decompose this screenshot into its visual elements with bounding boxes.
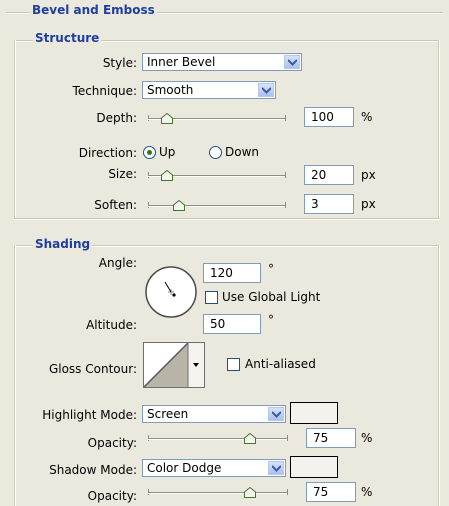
depth-slider[interactable] [148,108,286,124]
structure-group-title: Structure [33,31,102,45]
bevel-group-title: Bevel and Emboss [30,3,157,17]
use-global-light-checkbox[interactable] [205,291,218,304]
angle-label: Angle: [98,256,137,270]
altitude-degree-unit: ° [268,313,274,327]
highlight-opacity-label: Opacity: [87,436,137,450]
direction-up-label[interactable]: Up [159,145,175,159]
style-select-value: Inner Bevel [147,55,216,69]
shading-group-right-line [438,245,440,506]
slider-track [148,492,288,494]
chevron-down-icon[interactable] [268,461,284,475]
angle-input[interactable]: 120 [203,263,261,283]
shading-group-left-line [14,245,16,506]
highlight-opacity-unit: % [361,431,373,445]
slider-track [148,205,286,207]
shading-group-title: Shading [33,237,93,251]
shadow-mode-value: Color Dodge [147,461,222,475]
chevron-down-icon[interactable] [258,83,274,97]
highlight-color-swatch[interactable] [290,402,338,424]
slider-thumb-icon[interactable] [244,432,256,444]
highlight-opacity-input[interactable]: 75 [306,428,356,448]
slider-thumb-icon[interactable] [161,112,173,124]
anti-aliased-label[interactable]: Anti-aliased [245,357,316,371]
shadow-opacity-input[interactable]: 75 [306,482,356,502]
depth-unit: % [361,110,373,124]
technique-select[interactable]: Smooth [142,81,276,99]
technique-select-value: Smooth [147,83,194,97]
shadow-mode-select[interactable]: Color Dodge [142,459,286,477]
chevron-down-icon[interactable] [268,407,284,421]
slider-track-end [285,202,286,208]
chevron-down-icon[interactable] [284,55,300,69]
shadow-opacity-slider[interactable] [148,482,288,498]
highlight-opacity-slider[interactable] [148,428,288,444]
soften-label: Soften: [94,198,137,212]
direction-down-label[interactable]: Down [225,145,259,159]
size-slider[interactable] [148,165,286,181]
slider-track-end [285,172,286,178]
highlight-mode-value: Screen [147,407,189,421]
soften-input[interactable]: 3 [304,194,354,214]
highlight-mode-select[interactable]: Screen [142,405,286,423]
depth-input[interactable]: 100 [304,107,354,127]
direction-down-radio[interactable] [209,146,222,159]
depth-label: Depth: [96,111,137,125]
slider-thumb-icon[interactable] [173,199,185,211]
altitude-label: Altitude: [86,318,137,332]
shadow-mode-label: Shadow Mode: [49,463,137,477]
use-global-light-label[interactable]: Use Global Light [222,290,320,304]
size-label: Size: [108,167,137,181]
anti-aliased-checkbox[interactable] [227,358,240,371]
contour-preview-icon[interactable] [143,342,205,388]
angle-degree-unit: ° [268,262,274,276]
soften-unit: px [361,197,376,211]
slider-track-end [285,115,286,121]
structure-group-bottom-line [14,218,439,220]
slider-track-end [287,435,288,441]
shadow-opacity-label: Opacity: [87,489,137,503]
shadow-opacity-unit: % [361,485,373,499]
direction-label: Direction: [78,146,137,160]
soften-slider[interactable] [148,195,286,211]
slider-track-end [287,489,288,495]
style-select[interactable]: Inner Bevel [142,53,302,71]
slider-thumb-icon[interactable] [161,169,173,181]
structure-group-right-line [438,40,440,218]
slider-thumb-icon[interactable] [244,486,256,498]
altitude-input[interactable]: 50 [203,314,261,334]
direction-up-radio[interactable] [143,146,156,159]
highlight-mode-label: Highlight Mode: [42,408,137,422]
size-input[interactable]: 20 [304,165,354,185]
gloss-contour-label: Gloss Contour: [48,362,137,376]
angle-dial-icon[interactable] [144,265,198,319]
size-unit: px [361,168,376,182]
radio-selected-dot [147,150,152,155]
style-label: Style: [102,56,137,70]
technique-label: Technique: [72,84,137,98]
structure-group-left-line [14,40,16,218]
slider-track [148,438,288,440]
shadow-color-swatch[interactable] [290,456,338,478]
